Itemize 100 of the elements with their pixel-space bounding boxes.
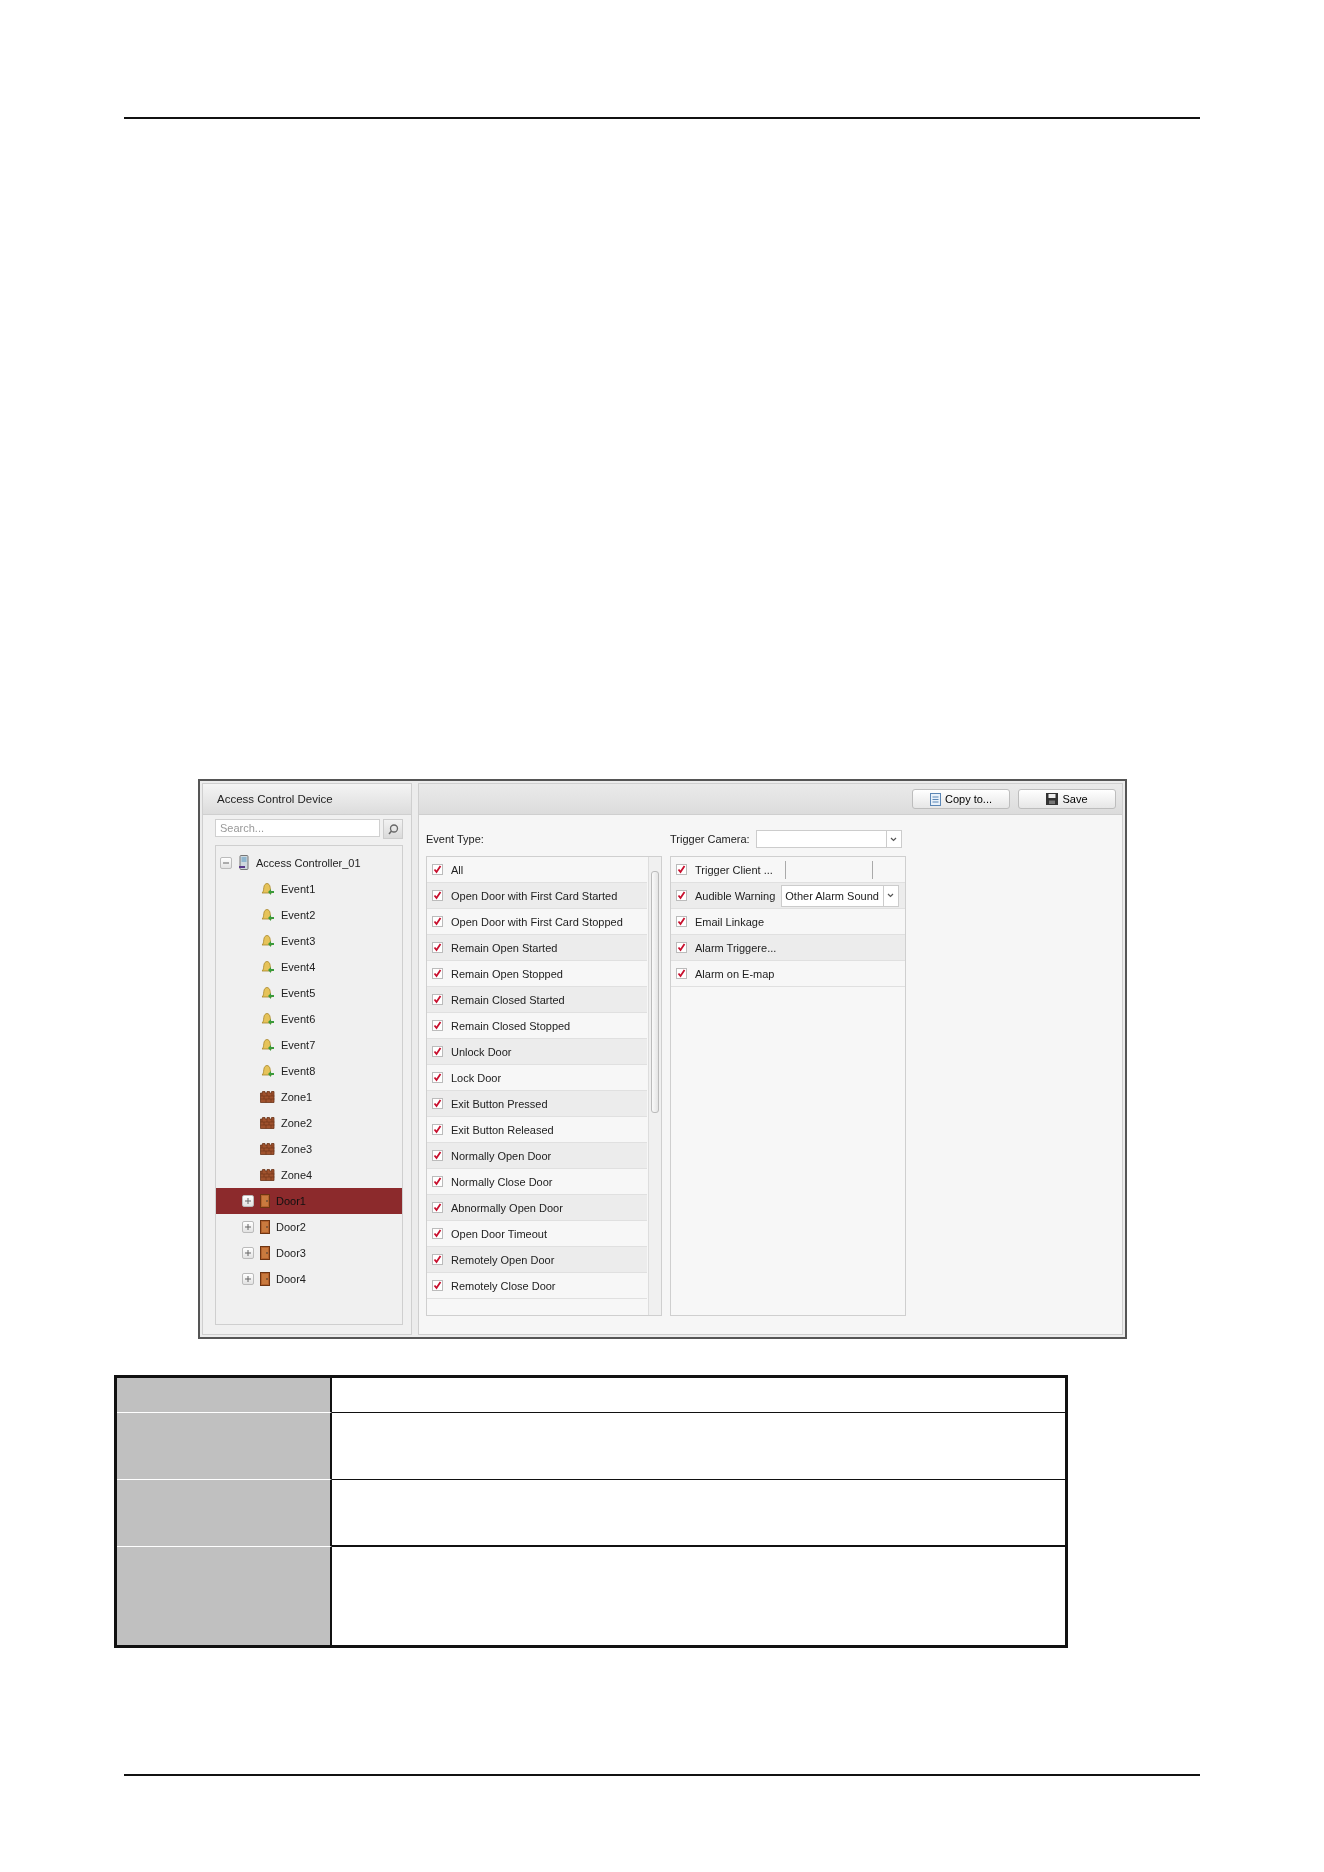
tree-label: Event6 bbox=[281, 1013, 316, 1025]
event-type-label: Normally Close Door bbox=[451, 1175, 553, 1188]
tree-item[interactable]: Event1 bbox=[216, 876, 402, 902]
expand-icon[interactable] bbox=[242, 1247, 254, 1259]
bell-icon bbox=[260, 960, 275, 974]
linkage-label: Alarm Triggere... bbox=[695, 941, 777, 954]
document-icon bbox=[929, 792, 941, 806]
brick-wall-icon bbox=[260, 1169, 275, 1181]
tree-label: Event5 bbox=[281, 987, 316, 999]
search-field[interactable]: Search... bbox=[215, 819, 380, 837]
linkage-label: Email Linkage bbox=[695, 915, 765, 928]
checkbox[interactable] bbox=[432, 1280, 443, 1291]
event-type-label: Lock Door bbox=[451, 1071, 502, 1084]
checkbox[interactable] bbox=[432, 1150, 443, 1161]
checkbox[interactable] bbox=[676, 942, 687, 953]
toolbar-button[interactable]: Copy to... bbox=[912, 789, 1010, 809]
tree-label: Access Controller_01 bbox=[256, 857, 361, 869]
panel-title: Access Control Device bbox=[217, 793, 333, 805]
event-type-label: All bbox=[451, 863, 464, 876]
scrollbar[interactable] bbox=[648, 857, 661, 1315]
checkbox[interactable] bbox=[432, 1098, 443, 1109]
toolbar-button[interactable]: Save bbox=[1018, 789, 1116, 809]
brick-wall-icon bbox=[260, 1117, 275, 1129]
door-icon bbox=[260, 1246, 270, 1260]
tree-item[interactable]: Event2 bbox=[216, 902, 402, 928]
event-type-label: Unlock Door bbox=[451, 1045, 512, 1058]
event-type-label: Open Door with First Card Stopped bbox=[451, 915, 623, 928]
bell-icon bbox=[260, 882, 275, 896]
checkbox[interactable] bbox=[432, 968, 443, 979]
linkage-label: Trigger Client ... bbox=[695, 863, 773, 876]
checkbox[interactable] bbox=[432, 942, 443, 953]
tree-item[interactable]: Event6 bbox=[216, 1006, 402, 1032]
tree-label: Door3 bbox=[276, 1247, 306, 1259]
field-label: Event Type: bbox=[426, 833, 484, 845]
event-type-label: Remain Closed Stopped bbox=[451, 1019, 571, 1032]
checkbox[interactable] bbox=[432, 1020, 443, 1031]
event-type-label: Open Door Timeout bbox=[451, 1227, 547, 1240]
tree-label: Door4 bbox=[276, 1273, 306, 1285]
tree-item[interactable]: Event3 bbox=[216, 928, 402, 954]
checkbox[interactable] bbox=[432, 1228, 443, 1239]
checkbox[interactable] bbox=[432, 1176, 443, 1187]
checkbox[interactable] bbox=[676, 864, 687, 875]
tree-item[interactable]: Zone3 bbox=[216, 1136, 402, 1162]
caret-icon bbox=[887, 893, 895, 898]
tree-label: Event8 bbox=[281, 1065, 316, 1077]
checkbox[interactable] bbox=[432, 1202, 443, 1213]
caret-icon bbox=[890, 836, 898, 842]
event-type-label: Open Door with First Card Started bbox=[451, 889, 618, 902]
checkbox[interactable] bbox=[676, 916, 687, 927]
brick-wall-icon bbox=[260, 1091, 275, 1103]
door-icon bbox=[260, 1220, 270, 1234]
bell-icon bbox=[260, 1012, 275, 1026]
event-type-label: Exit Button Released bbox=[451, 1123, 554, 1136]
tree-label: Event7 bbox=[281, 1039, 316, 1051]
checkbox[interactable] bbox=[432, 916, 443, 927]
tree-item[interactable]: Zone4 bbox=[216, 1162, 402, 1188]
tree-item[interactable]: Door4 bbox=[216, 1266, 402, 1292]
tree-item[interactable]: Event7 bbox=[216, 1032, 402, 1058]
linkage-label: Alarm on E-map bbox=[695, 967, 775, 980]
bell-icon bbox=[260, 986, 275, 1000]
bell-icon bbox=[260, 1064, 275, 1078]
brick-wall-icon bbox=[260, 1143, 275, 1155]
tree-item[interactable]: Door2 bbox=[216, 1214, 402, 1240]
checkbox[interactable] bbox=[432, 1072, 443, 1083]
card-reader-icon bbox=[238, 855, 250, 871]
tree-label: Door1 bbox=[276, 1195, 306, 1207]
tree-item[interactable]: Zone2 bbox=[216, 1110, 402, 1136]
input-field[interactable] bbox=[784, 860, 873, 879]
tree-label: Event4 bbox=[281, 961, 316, 973]
save-icon bbox=[1046, 793, 1059, 805]
tree-label: Zone3 bbox=[281, 1143, 313, 1155]
checkbox[interactable] bbox=[676, 968, 687, 979]
field-label: Trigger Camera: bbox=[670, 833, 750, 845]
checkbox[interactable] bbox=[432, 1046, 443, 1057]
search-button[interactable] bbox=[383, 819, 403, 839]
door-icon bbox=[260, 1194, 270, 1208]
expand-icon[interactable] bbox=[242, 1221, 254, 1233]
checkbox[interactable] bbox=[676, 890, 687, 901]
search-icon bbox=[387, 823, 399, 835]
expand-icon[interactable] bbox=[242, 1273, 254, 1285]
door-icon bbox=[260, 1272, 270, 1286]
tree-item[interactable]: Event8 bbox=[216, 1058, 402, 1084]
checkbox[interactable] bbox=[432, 864, 443, 875]
event-type-label: Remain Open Stopped bbox=[451, 967, 563, 980]
tree-item[interactable]: Event5 bbox=[216, 980, 402, 1006]
tree-item[interactable]: Door3 bbox=[216, 1240, 402, 1266]
event-type-label: Normally Open Door bbox=[451, 1149, 552, 1162]
bell-icon bbox=[260, 934, 275, 948]
checkbox[interactable] bbox=[432, 1254, 443, 1265]
expand-icon[interactable] bbox=[242, 1195, 254, 1207]
tree-label: Zone1 bbox=[281, 1091, 313, 1103]
tree-label: Zone2 bbox=[281, 1117, 313, 1129]
tree-item[interactable]: Event4 bbox=[216, 954, 402, 980]
checkbox[interactable] bbox=[432, 1124, 443, 1135]
tree-item[interactable]: Access Controller_01 bbox=[216, 850, 402, 876]
sound-dropdown[interactable]: Other Alarm Sound bbox=[781, 884, 899, 907]
checkbox[interactable] bbox=[432, 994, 443, 1005]
tree-label: Event3 bbox=[281, 935, 316, 947]
checkbox[interactable] bbox=[432, 890, 443, 901]
tree-item[interactable]: Zone1 bbox=[216, 1084, 402, 1110]
